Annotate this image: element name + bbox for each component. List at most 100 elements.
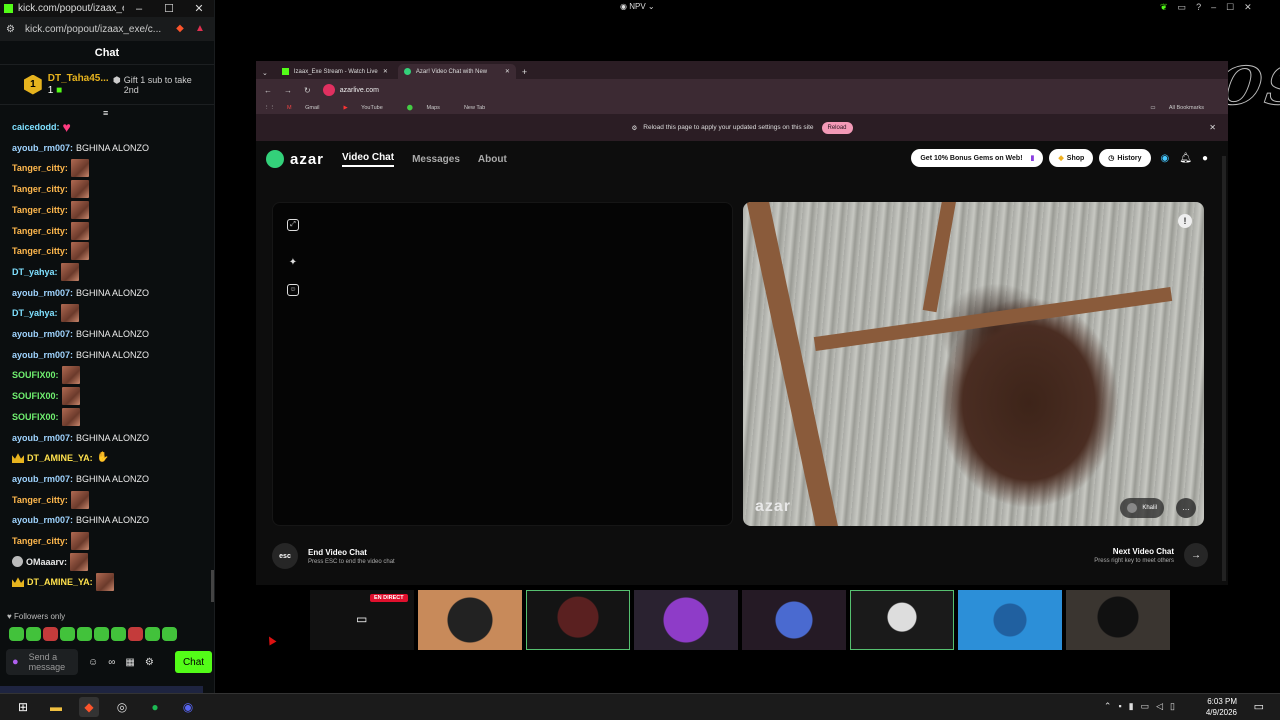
shop-button[interactable]: ◆ Shop — [1049, 149, 1094, 167]
discord-icon[interactable]: ◉ — [178, 697, 198, 717]
nav-about[interactable]: About — [478, 154, 507, 165]
camera-icon[interactable]: ▪ — [1118, 701, 1121, 712]
chat-username[interactable]: ayoub_rm007: — [12, 143, 73, 153]
sticker-icon[interactable]: ☺ — [287, 284, 299, 296]
site-settings-icon[interactable]: ⚙ — [6, 24, 15, 35]
esc-key-icon[interactable]: esc — [272, 543, 298, 569]
address-input[interactable]: azarlive.com — [340, 87, 379, 94]
expand-icon[interactable]: ⤢ — [287, 219, 299, 231]
bookmark-youtube[interactable]: ▶ YouTube — [344, 105, 395, 111]
settings-gear-icon[interactable]: ⚙ — [145, 657, 154, 668]
apps-icon[interactable]: ⋮⋮ — [264, 105, 275, 111]
chat-username[interactable]: ayoub_rm007: — [12, 329, 73, 339]
maximize-button[interactable]: ☐ — [154, 2, 184, 15]
stream-tile[interactable]: EN DIRECT ▭ — [310, 590, 414, 650]
chat-username[interactable]: caicedodd: — [12, 122, 60, 132]
power-icon[interactable]: ▯ — [1170, 701, 1175, 712]
chat-username[interactable]: DT_yahya: — [12, 267, 58, 277]
close-icon[interactable]: ✕ — [1244, 2, 1252, 13]
network-icon[interactable]: ▭ — [1141, 701, 1150, 712]
tab-azar[interactable]: Azar! Video Chat with New ✕ — [397, 64, 516, 79]
all-bookmarks[interactable]: ▭ All Bookmarks — [1150, 105, 1216, 111]
help-icon[interactable]: ? — [1196, 2, 1201, 13]
minimize-icon[interactable]: – — [1211, 2, 1216, 13]
chat-scrollbar[interactable] — [211, 570, 214, 602]
end-video-chat[interactable]: esc End Video Chat Press ESC to end the … — [272, 543, 395, 569]
refresh-icon[interactable]: ↻ — [304, 86, 311, 95]
bookmark-maps[interactable]: ⬤ Maps — [407, 105, 452, 111]
right-arrow-icon[interactable]: → — [1184, 543, 1208, 567]
site-info-icon[interactable] — [322, 84, 335, 96]
stream-tile[interactable] — [850, 590, 954, 650]
history-button[interactable]: ◷ History — [1099, 149, 1151, 167]
emote-7[interactable] — [111, 627, 126, 641]
top-gifter-banner[interactable]: 1 DT_Taha45... 1 ■ ⬢ Gift 1 sub to take … — [0, 65, 214, 105]
store-icon[interactable]: ▦ — [125, 657, 134, 668]
forward-icon[interactable]: → — [284, 86, 292, 95]
tab-close-icon[interactable]: ✕ — [379, 68, 388, 75]
chat-username[interactable]: ayoub_rm007: — [12, 433, 73, 443]
message-bubble-icon[interactable]: ◉ — [1161, 153, 1170, 164]
emote-9[interactable] — [145, 627, 160, 641]
nav-video-chat[interactable]: Video Chat — [342, 152, 395, 167]
tab-close-icon[interactable]: ✕ — [501, 68, 510, 75]
chat-username[interactable]: DT_AMINE_YA: — [27, 453, 93, 463]
rewards-icon[interactable]: ∞ — [108, 657, 115, 668]
send-message-input[interactable]: ● Send a message — [6, 649, 78, 675]
browser-scrollbar[interactable] — [1222, 156, 1226, 581]
leaf-icon[interactable]: ❦ — [1160, 2, 1168, 13]
chat-username[interactable]: ayoub_rm007: — [12, 288, 73, 298]
chat-bubble-icon[interactable]: … — [1176, 498, 1196, 518]
chat-username[interactable]: Tanger_citty: — [12, 205, 68, 215]
file-explorer-icon[interactable]: ▬ — [46, 697, 66, 717]
chat-username[interactable]: Tanger_citty: — [12, 226, 68, 236]
windows-start-icon[interactable]: ⊞ — [13, 697, 33, 717]
clock[interactable]: 6:03 PM 4/9/2026 — [1206, 696, 1237, 718]
stream-tile[interactable] — [958, 590, 1062, 650]
chat-username[interactable]: Tanger_citty: — [12, 184, 68, 194]
volume-icon[interactable]: ◁ — [1156, 701, 1163, 712]
stream-tile[interactable] — [1066, 590, 1170, 650]
bookmark-gmail[interactable]: M Gmail — [287, 105, 332, 111]
close-button[interactable]: ✕ — [184, 2, 214, 15]
azar-logo[interactable]: azar — [266, 150, 324, 168]
emote-5[interactable] — [77, 627, 92, 641]
send-chat-button[interactable]: Chat — [175, 651, 212, 673]
brave-rewards-icon[interactable]: ▲ — [194, 23, 206, 35]
chat-username[interactable]: SOUFIX00: — [12, 370, 59, 380]
notification-bell-icon[interactable]: 🔔︎ — [1179, 153, 1192, 164]
emote-1[interactable] — [9, 627, 24, 641]
tab-search-icon[interactable]: ⌄ — [262, 69, 268, 77]
emote-10[interactable] — [162, 627, 177, 641]
restore-icon[interactable]: ☐ — [1226, 2, 1234, 13]
brave-shield-icon[interactable]: ◆ — [174, 23, 186, 35]
obs-icon[interactable]: ◎ — [112, 697, 132, 717]
chat-username[interactable]: SOUFIX00: — [12, 412, 59, 422]
emoji-icon[interactable]: ☺ — [88, 657, 98, 668]
mic-icon[interactable]: ▮ — [1129, 701, 1134, 712]
stream-tile[interactable] — [526, 590, 630, 650]
chat-username[interactable]: Tanger_citty: — [12, 536, 68, 546]
chat-username[interactable]: SOUFIX00: — [12, 391, 59, 401]
report-icon[interactable]: ! — [1178, 214, 1192, 228]
bookmark-new-tab[interactable]: New Tab — [464, 105, 497, 111]
chat-username[interactable]: ayoub_rm007: — [12, 350, 73, 360]
profile-avatar-icon[interactable]: ● — [1202, 153, 1208, 164]
spotify-icon[interactable]: ● — [145, 697, 165, 717]
chat-username[interactable]: ayoub_rm007: — [12, 474, 73, 484]
bonus-gems-button[interactable]: Get 10% Bonus Gems on Web! ▮ — [911, 149, 1044, 167]
emote-4[interactable] — [60, 627, 75, 641]
minimize-button[interactable]: – — [124, 3, 154, 15]
notifications-icon[interactable]: ▭ — [1254, 700, 1264, 713]
next-video-chat[interactable]: Next Video Chat Press right key to meet … — [1084, 543, 1208, 567]
tray-overflow-icon[interactable]: ⌃ — [1104, 701, 1112, 712]
reload-button[interactable]: Reload — [821, 121, 853, 134]
chat-username[interactable]: DT_yahya: — [12, 308, 58, 318]
chat-username[interactable]: OMaaarv: — [26, 557, 67, 567]
nav-messages[interactable]: Messages — [412, 154, 460, 165]
popout-url[interactable]: kick.com/popout/izaax_exe/c... — [25, 24, 174, 35]
emote-8[interactable] — [128, 627, 143, 641]
brave-browser-icon[interactable]: ◆ — [79, 697, 99, 717]
chat-username[interactable]: Tanger_citty: — [12, 246, 68, 256]
infobar-close-icon[interactable]: ✕ — [1209, 123, 1216, 132]
